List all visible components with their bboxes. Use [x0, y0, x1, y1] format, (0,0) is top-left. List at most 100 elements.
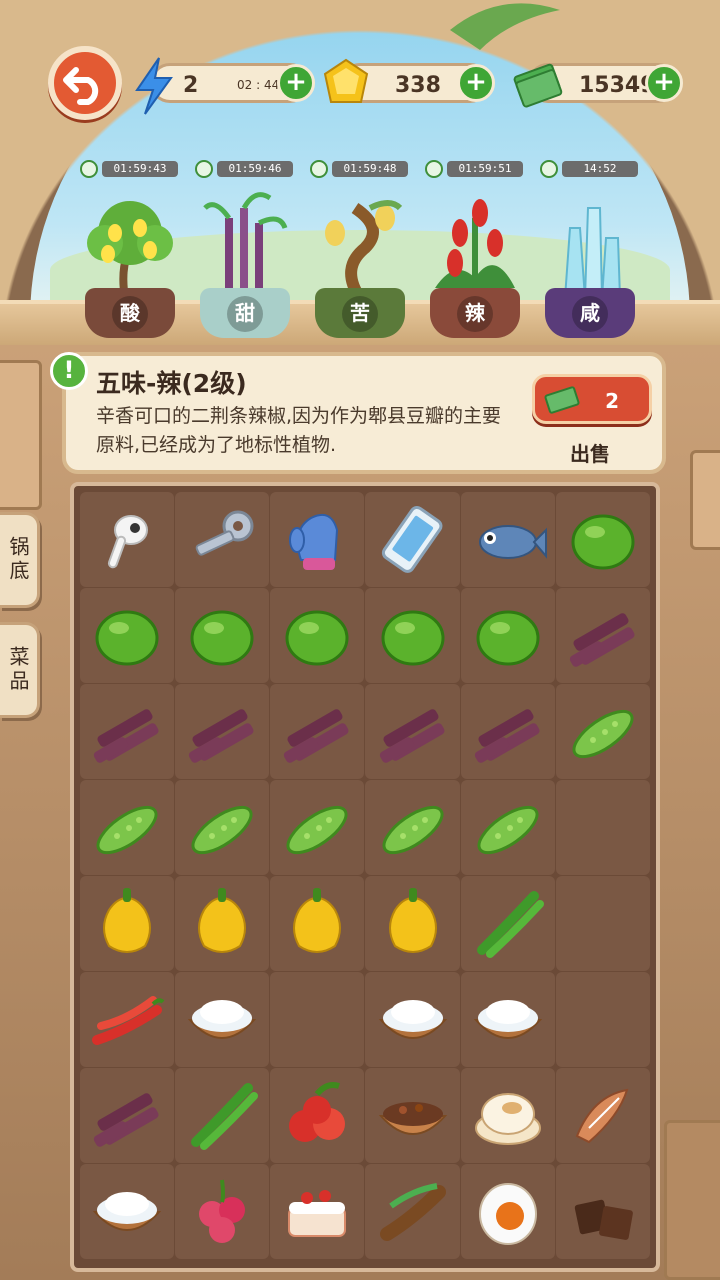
grid-cell-bitter-melon[interactable] — [270, 780, 365, 875]
grid-cell-sugarcane[interactable] — [555, 588, 650, 683]
grid-cell-sugarcane[interactable] — [80, 1068, 175, 1163]
plant-lemon-tree[interactable]: 01:59:43 酸 — [70, 158, 190, 338]
grid-cell-red-chili[interactable] — [80, 972, 175, 1067]
grid-cell-chocolate[interactable] — [555, 1164, 650, 1259]
grid-cell-lime[interactable] — [365, 588, 460, 683]
tab-dishes-label: 菜品 — [6, 646, 30, 694]
grid-cell-salt-bowl[interactable] — [80, 1164, 175, 1259]
grid-cell-tamarind[interactable] — [365, 1164, 460, 1259]
grid-cell-spice-bowl[interactable] — [365, 1068, 460, 1163]
back-button[interactable] — [48, 46, 122, 120]
crate — [690, 450, 720, 550]
grid-cell-sugarcane[interactable] — [80, 684, 175, 779]
sell-button[interactable]: 2 — [532, 374, 652, 424]
grid-cell-dried-fish[interactable] — [555, 1068, 650, 1163]
grid-cell-green-chili[interactable] — [175, 1068, 270, 1163]
grid-cell-yellow-pepper[interactable] — [80, 876, 175, 971]
yellow-pepper-icon — [198, 887, 247, 953]
grid-cell-fish[interactable] — [460, 492, 555, 587]
add-cash-button[interactable]: + — [645, 64, 683, 102]
crate — [0, 360, 42, 510]
clock-icon — [540, 160, 558, 178]
grid-cell-yellow-pepper[interactable] — [175, 876, 270, 971]
plant-salt-crystal[interactable]: 14:52 咸 — [530, 158, 650, 338]
grid-cell-mitten[interactable] — [270, 492, 365, 587]
grid-cell-sugarcane[interactable] — [460, 684, 555, 779]
energy-counter: 2 02 : 44 + — [135, 57, 315, 115]
green-chili-icon — [476, 890, 544, 958]
grid-cell-bun[interactable] — [460, 1068, 555, 1163]
grid-cell-empty[interactable] — [555, 780, 650, 875]
grid-cell-bitter-melon[interactable] — [80, 780, 175, 875]
grid-cell-lychee[interactable] — [175, 1164, 270, 1259]
grid-cell-phone[interactable] — [365, 492, 460, 587]
grid-cell-empty[interactable] — [555, 876, 650, 971]
salted-egg-icon — [478, 1182, 537, 1245]
tab-dishes[interactable]: 菜品 — [0, 622, 40, 718]
grid-cell-green-chili[interactable] — [460, 876, 555, 971]
grid-cell-lime[interactable] — [270, 588, 365, 683]
grid-cell-bitter-melon[interactable] — [460, 780, 555, 875]
grid-cell-yellow-pepper[interactable] — [270, 876, 365, 971]
dried-fish-icon — [575, 1088, 629, 1143]
clock-icon — [425, 160, 443, 178]
cash-icon — [513, 63, 563, 108]
grid-cell-lime[interactable] — [175, 588, 270, 683]
grid-cell-salt-bowl[interactable] — [365, 972, 460, 1067]
grid-cell-bitter-melon[interactable] — [555, 684, 650, 779]
item-description: 辛香可口的二荆条辣椒,因为作为郫县豆瓣的主要原料,已经成为了地标性植物. — [96, 405, 502, 456]
red-chili-icon — [92, 995, 165, 1045]
salt-bowl-icon — [92, 1191, 162, 1231]
grid-cell-sugarcane[interactable] — [270, 684, 365, 779]
clock-icon — [80, 160, 98, 178]
plant-timer: 01:59:48 — [310, 158, 410, 180]
lime-icon — [571, 514, 635, 569]
grid-cell-cake[interactable] — [270, 1164, 365, 1259]
plant-pepper-plant[interactable]: 01:59:51 辣 — [415, 158, 535, 338]
info-alert-icon: ! — [50, 352, 88, 390]
plant-timer: 01:59:46 — [195, 158, 295, 180]
sell-price: 2 — [605, 389, 619, 413]
lime-icon — [285, 610, 349, 665]
grid-cell-salt-bowl[interactable] — [175, 972, 270, 1067]
grid-cell-hawthorn[interactable] — [270, 1068, 365, 1163]
grid-cell-salted-egg[interactable] — [460, 1164, 555, 1259]
yellow-pepper-icon — [103, 887, 152, 953]
gem-counter: 338 + — [323, 58, 495, 103]
item-title: 五味-辣(2级) — [96, 369, 247, 398]
bitter-melon-icon — [477, 805, 539, 854]
gem-value: 338 — [395, 73, 441, 98]
bitter-melon-icon — [96, 805, 158, 854]
grid-cell-lime[interactable] — [555, 492, 650, 587]
grid-cell-lime[interactable] — [80, 588, 175, 683]
grid-cell-earbud[interactable] — [80, 492, 175, 587]
lightning-icon — [135, 57, 173, 115]
plant-timer: 01:59:43 — [80, 158, 180, 180]
plant-bitter-tree[interactable]: 01:59:48 苦 — [300, 158, 420, 338]
yellow-pepper-icon — [293, 887, 342, 953]
grid-cell-bitter-melon[interactable] — [365, 780, 460, 875]
plant-flavor-label: 辣 — [457, 296, 493, 332]
grid-cell-empty[interactable] — [270, 972, 365, 1067]
add-gems-button[interactable]: + — [457, 64, 495, 102]
grid-cell-sugarcane[interactable] — [365, 684, 460, 779]
add-energy-button[interactable]: + — [277, 64, 315, 102]
clock-icon — [195, 160, 213, 178]
energy-timer: 02 : 44 — [237, 78, 280, 92]
sugarcane-icon — [284, 708, 349, 763]
salt-bowl-icon — [473, 999, 542, 1039]
grid-cell-key[interactable] — [175, 492, 270, 587]
grid-cell-yellow-pepper[interactable] — [365, 876, 460, 971]
grid-cell-bitter-melon[interactable] — [175, 780, 270, 875]
sugarcane-icon — [93, 1092, 159, 1147]
mitten-icon — [289, 513, 339, 570]
hawthorn-icon — [289, 1081, 346, 1142]
grid-cell-sugarcane[interactable] — [175, 684, 270, 779]
sugarcane-icon — [203, 192, 288, 298]
chocolate-icon — [574, 1199, 633, 1240]
grid-cell-empty[interactable] — [555, 972, 650, 1067]
grid-cell-lime[interactable] — [460, 588, 555, 683]
plant-sugarcane[interactable]: 01:59:46 甜 — [185, 158, 305, 338]
tab-soup-base[interactable]: 锅底 — [0, 512, 40, 608]
grid-cell-salt-bowl[interactable] — [460, 972, 555, 1067]
